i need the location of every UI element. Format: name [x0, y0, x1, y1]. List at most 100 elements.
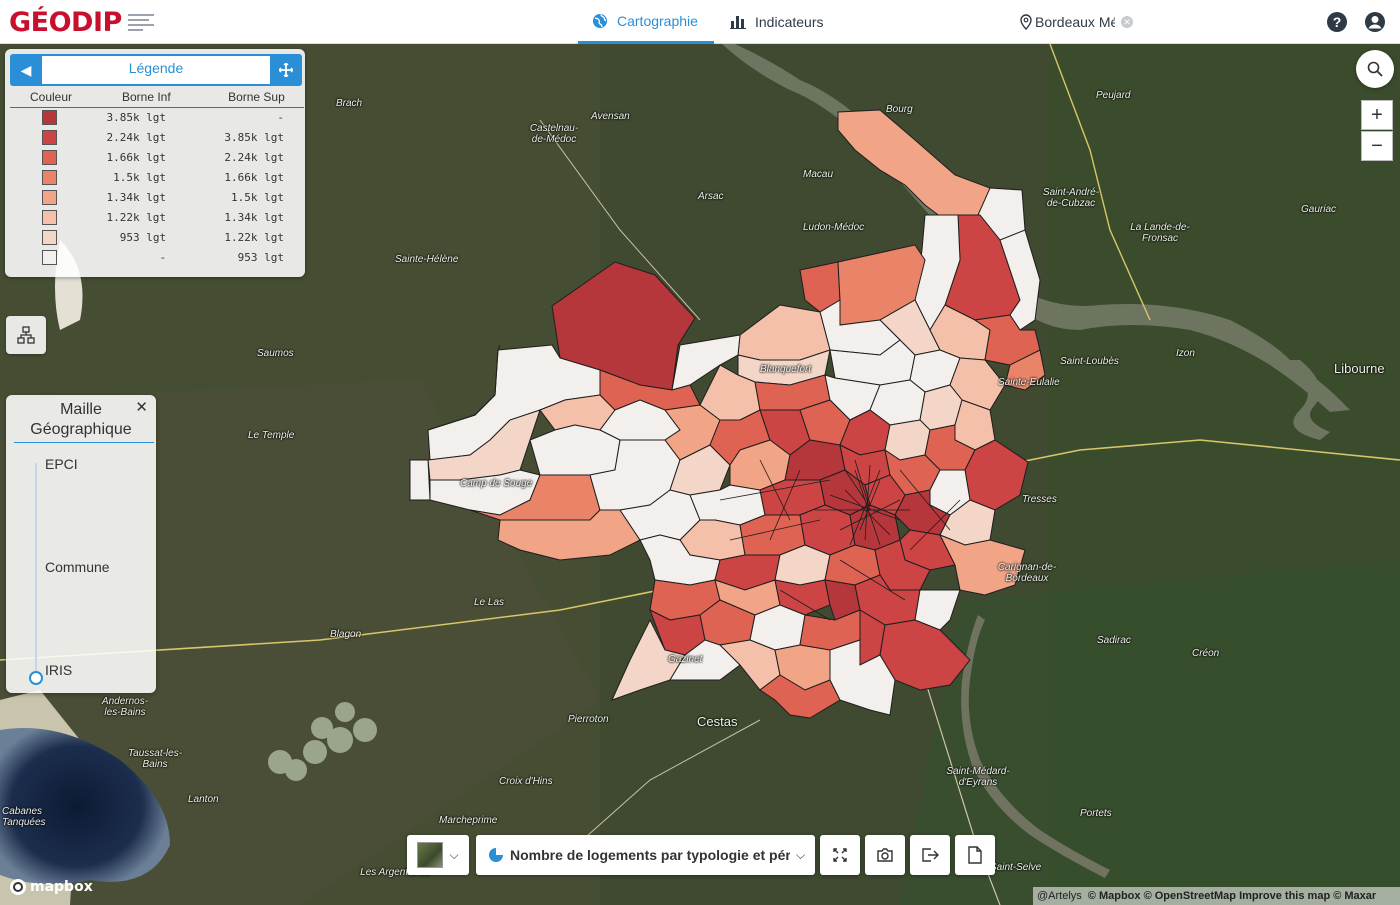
legend-row: 953 lgt 1.22k lgt [10, 227, 304, 247]
basemap-thumbnail [417, 842, 444, 868]
export-icon [922, 848, 939, 862]
place-label: Saint-Médard-d'Eyrans [946, 766, 1010, 788]
legend-row: 3.85k lgt - [10, 107, 304, 127]
place-label: Saint-Loubès [1060, 356, 1119, 367]
color-swatch [42, 109, 57, 125]
collapse-legend-button[interactable]: ◀ [12, 56, 40, 84]
legend-borne-sup: - [277, 110, 284, 124]
logo-subtitle-mark [127, 8, 154, 36]
place-label: La Lande-de-Fronsac [1130, 222, 1190, 244]
location-pin-icon [1020, 14, 1032, 30]
color-swatch [42, 209, 57, 225]
map-attribution: @Artelys © Mapbox © OpenStreetMap Improv… [1033, 887, 1400, 905]
place-label: Gauriac [1301, 204, 1337, 215]
tab-indicateurs[interactable]: Indicateurs [716, 0, 837, 44]
slider-level-commune[interactable]: Commune [45, 559, 110, 575]
attribution-text[interactable]: © Mapbox © OpenStreetMap Improve this ma… [1088, 890, 1376, 902]
color-swatch [42, 149, 57, 165]
pie-chart-icon [489, 848, 503, 862]
screenshot-button[interactable] [865, 835, 905, 875]
fullscreen-icon [833, 848, 847, 862]
place-label: Lanton [188, 794, 219, 805]
zoom-out-button[interactable]: − [1361, 131, 1393, 161]
place-label: Carignan-de-Bordeaux [997, 562, 1057, 584]
place-label: Portets [1080, 808, 1112, 819]
place-label: Taussat-les-Bains [127, 748, 183, 770]
legend-borne-inf: 1.66k lgt [106, 150, 167, 164]
report-button[interactable] [955, 835, 995, 875]
user-icon[interactable] [1364, 11, 1386, 33]
plus-icon: + [1371, 103, 1383, 126]
legend-swatch-cell [10, 147, 86, 167]
legend-borne-sup: 1.66k lgt [224, 170, 284, 184]
export-button[interactable] [910, 835, 950, 875]
color-swatch [42, 249, 57, 265]
app-header: GÉODIP Cartographie Indicateurs Bordeaux… [0, 0, 1400, 44]
territory-selector[interactable]: Bordeaux Métropole ✕ [1020, 11, 1138, 33]
clear-territory-icon[interactable]: ✕ [1121, 16, 1133, 28]
place-label: Avensan [591, 111, 630, 122]
legend-borne-inf: 1.34k lgt [106, 190, 167, 204]
minus-icon: − [1371, 134, 1383, 157]
place-label: Saint-André-de-Cubzac [1042, 187, 1100, 209]
legend-swatch-cell [10, 187, 86, 207]
credit-label[interactable]: @Artelys [1037, 890, 1082, 902]
legend-table: Couleur Borne Inf Borne Sup 3.85k lgt - 2.… [10, 89, 304, 267]
legend-panel: ◀ Légende Couleur Borne Inf Borne Sup 3.… [5, 49, 305, 277]
tab-cartographie-label: Cartographie [617, 12, 698, 29]
place-label: Marcheprime [439, 815, 498, 826]
legend-borne-sup: 1.34k lgt [224, 210, 284, 224]
legend-borne-inf: 1.22k lgt [106, 210, 167, 224]
place-label: Sainte-Hélène [395, 254, 459, 265]
help-icon[interactable]: ? [1326, 11, 1348, 33]
indicator-selector[interactable]: Nombre de logements par typologie et pér… [476, 835, 815, 875]
maille-title-line1: Maille [60, 401, 102, 418]
expand-legend-button[interactable] [272, 56, 300, 84]
legend-col-color: Couleur [10, 89, 86, 108]
search-button[interactable] [1356, 50, 1394, 88]
legend-borne-inf: 2.24k lgt [106, 130, 167, 144]
legend-row: 1.34k lgt 1.5k lgt [10, 187, 304, 207]
hierarchy-button[interactable] [6, 316, 46, 354]
tab-cartographie[interactable]: Cartographie [578, 0, 714, 44]
legend-borne-sup: 1.5k lgt [231, 190, 284, 204]
divider [14, 442, 154, 443]
maille-panel: ✕ Maille Géographique EPCI Commune IRIS [6, 395, 156, 693]
place-label: Cestas [697, 714, 738, 729]
place-label: Macau [803, 169, 834, 180]
place-label: Sainte-Eulalie [998, 377, 1060, 388]
place-label: Saumos [257, 348, 294, 359]
maille-slider-track[interactable] [35, 463, 37, 677]
bar-chart-icon [730, 16, 746, 29]
mapbox-logo[interactable]: mapbox [9, 878, 93, 896]
color-swatch [42, 229, 57, 245]
maille-slider-handle[interactable] [29, 671, 43, 685]
place-label: Croix d'Hins [499, 776, 553, 787]
basemap-selector[interactable]: ⌵ [407, 835, 469, 875]
color-swatch [42, 129, 57, 145]
slider-level-epci[interactable]: EPCI [45, 456, 78, 472]
slider-level-iris[interactable]: IRIS [45, 662, 72, 678]
legend-swatch-cell [10, 207, 86, 227]
maille-title-line2: Géographique [30, 421, 132, 438]
legend-borne-sup: 953 lgt [237, 250, 284, 264]
legend-row: 2.24k lgt 3.85k lgt [10, 127, 304, 147]
place-label: Le Temple [248, 430, 295, 441]
zoom-in-button[interactable]: + [1361, 100, 1393, 130]
mapbox-label: mapbox [30, 879, 93, 895]
move-arrows-icon [279, 63, 293, 77]
hierarchy-icon [17, 326, 35, 344]
fullscreen-button[interactable] [820, 835, 860, 875]
legend-row: 1.5k lgt 1.66k lgt [10, 167, 304, 187]
place-label: Blagon [330, 629, 362, 640]
place-label: Ludon-Médoc [803, 222, 865, 233]
legend-borne-inf: 1.5k lgt [113, 170, 167, 184]
document-icon [968, 846, 982, 864]
search-icon [1367, 61, 1383, 77]
legend-borne-inf: - [159, 250, 167, 264]
legend-col-sup: Borne Sup [188, 89, 304, 108]
place-label: Gazinet [668, 654, 703, 665]
place-label: Castelnau-de-Médoc [529, 123, 579, 145]
legend-borne-inf: 953 lgt [119, 230, 167, 244]
geodip-logo[interactable]: GÉODIP [9, 4, 154, 40]
